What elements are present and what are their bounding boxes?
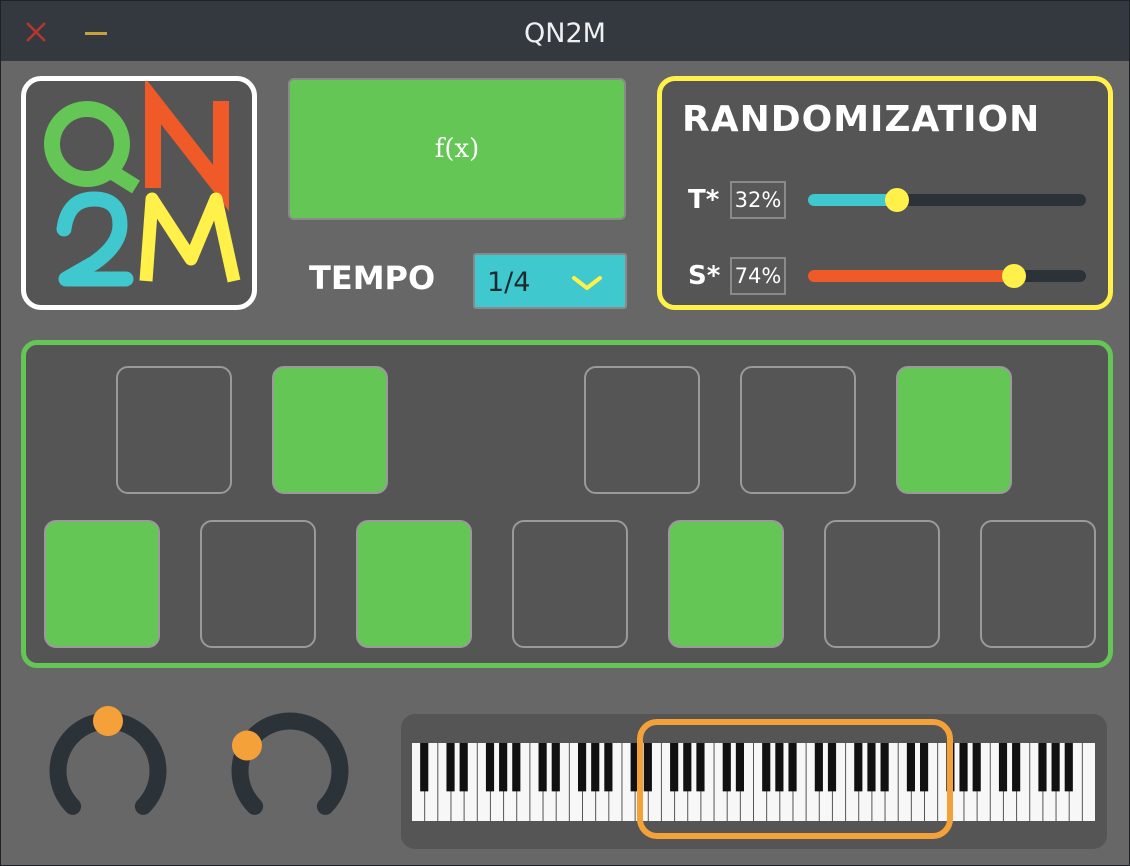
pad-top-4[interactable] [584,366,700,494]
black-key[interactable] [998,743,1008,792]
fx-button-label: f(x) [434,134,480,164]
t-slider[interactable] [808,188,1086,212]
fx-button[interactable]: f(x) [288,78,626,220]
s-slider-value: 74% [730,257,786,295]
black-key[interactable] [1064,743,1073,792]
black-key[interactable] [551,743,560,792]
tempo-label: TEMPO [309,259,436,297]
pad-top-1[interactable] [116,366,232,494]
pad-top-6[interactable] [896,366,1012,494]
window-title: QN2M [524,18,606,49]
randomization-panel: RANDOMIZATION T* 32% S* 74% [657,76,1113,310]
s-slider-label: S* [688,261,721,291]
black-key[interactable] [959,743,968,792]
title-bar: QN2M [1,1,1129,61]
t-slider-label: T* [688,185,720,215]
tempo-dropdown[interactable]: 1/4 [473,253,627,309]
black-key[interactable] [578,743,587,792]
black-key[interactable] [538,743,547,792]
keyboard-range-selector[interactable] [637,719,953,839]
logo-mark [44,77,241,287]
t-slider-fill [808,194,897,206]
white-key[interactable] [1082,743,1095,821]
black-key[interactable] [499,743,508,792]
logo [21,76,257,310]
black-key[interactable] [1038,743,1047,792]
knob-handle[interactable] [93,706,123,736]
t-slider-thumb[interactable] [884,188,909,212]
black-key[interactable] [485,743,495,792]
randomization-title: RANDOMIZATION [682,99,1041,140]
black-key[interactable] [446,743,455,792]
t-slider-value: 32% [730,181,786,219]
pad-bottom-5[interactable] [668,520,784,648]
black-key[interactable] [604,743,613,792]
piano-keyboard-panel [401,714,1107,849]
pad-bottom-7[interactable] [980,520,1096,648]
s-slider-fill [808,270,1014,282]
black-key[interactable] [420,743,429,792]
knob-handle[interactable] [231,730,262,761]
tempo-value: 1/4 [487,267,531,298]
pad-top-2[interactable] [272,366,388,494]
s-slider[interactable] [808,264,1086,288]
pad-top-5[interactable] [740,366,856,494]
knob-1[interactable] [43,701,173,831]
black-key[interactable] [591,743,600,792]
s-slider-thumb[interactable] [1001,264,1026,288]
pad-grid [21,340,1113,668]
black-key[interactable] [512,743,521,792]
pad-bottom-6[interactable] [824,520,940,648]
black-key[interactable] [1012,743,1021,792]
pad-bottom-3[interactable] [356,520,472,648]
chevron-down-icon [572,276,602,290]
pad-bottom-2[interactable] [200,520,316,648]
black-key[interactable] [1051,743,1060,792]
app-window: QN2M f(x) TEMPO 1/4 RANDOMIZATION T* 32%… [0,0,1130,866]
black-key[interactable] [459,743,468,792]
black-key[interactable] [972,743,981,792]
pad-bottom-1[interactable] [44,520,160,648]
pad-bottom-4[interactable] [512,520,628,648]
knob-2[interactable] [225,701,355,831]
